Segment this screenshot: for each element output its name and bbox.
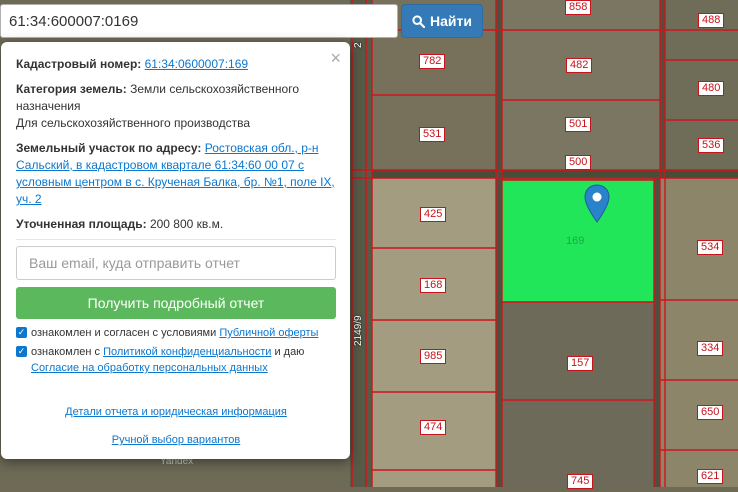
parcel-label[interactable]: 534 <box>697 240 724 255</box>
parcel-label[interactable]: 168 <box>420 278 447 293</box>
report-details-link[interactable]: Детали отчета и юридическая информация <box>65 406 287 418</box>
cadastral-label: Кадастровый номер: <box>16 57 142 71</box>
search-button[interactable]: Найти <box>401 4 483 38</box>
parcel-label[interactable]: 531 <box>419 127 446 142</box>
road-label: 2149/9 <box>353 315 364 346</box>
offer-consent-checkbox[interactable]: ✓ <box>16 327 27 338</box>
data-processing-consent-link[interactable]: Согласие на обработку персональных данны… <box>31 362 268 374</box>
parcel-label[interactable]: 474 <box>420 420 447 435</box>
cadastral-number-link[interactable]: 61:34:0600007:169 <box>145 57 248 71</box>
parcel-label[interactable]: 482 <box>566 58 593 73</box>
parcel-label[interactable]: 985 <box>420 349 447 364</box>
public-offer-link[interactable]: Публичной оферты <box>219 327 318 339</box>
area-label: Уточненная площадь: <box>16 217 147 231</box>
parcel-label[interactable]: 334 <box>697 341 724 356</box>
privacy-policy-link[interactable]: Политикой конфиденциальности <box>103 346 271 358</box>
search-icon <box>412 14 426 28</box>
location-pin-icon[interactable] <box>584 184 610 224</box>
privacy-consent-label: ознакомлен с Политикой конфиденциальност… <box>31 346 305 374</box>
usage-value: Для сельскохозяйственного производства <box>16 116 251 130</box>
parcel-label[interactable]: 480 <box>698 81 725 96</box>
manual-selection-link[interactable]: Ручной выбор вариантов <box>112 434 240 446</box>
privacy-consent-checkbox[interactable]: ✓ <box>16 346 27 357</box>
parcel-info-popup: × Кадастровый номер: 61:34:0600007:169 К… <box>1 42 350 459</box>
email-input[interactable]: Ваш email, куда отправить отчет <box>16 246 336 280</box>
parcel-label[interactable]: 157 <box>567 356 594 371</box>
parcel-label[interactable]: 501 <box>565 117 592 132</box>
divider <box>16 239 336 240</box>
get-report-button[interactable]: Получить подробный отчет <box>16 287 336 319</box>
category-label: Категория земель: <box>16 82 127 96</box>
search-input[interactable] <box>0 4 398 38</box>
road-label-top: 2 <box>353 42 364 48</box>
parcel-label[interactable]: 858 <box>565 0 592 15</box>
close-icon[interactable]: × <box>330 48 341 69</box>
parcel-label[interactable]: 650 <box>697 405 724 420</box>
search-button-label: Найти <box>430 13 472 29</box>
parcel-label[interactable]: 536 <box>698 138 725 153</box>
parcel-label[interactable]: 425 <box>420 207 447 222</box>
area-value: 200 800 кв.м. <box>149 217 224 231</box>
parcel-label[interactable]: 621 <box>697 469 724 484</box>
selected-parcel-label: 169 <box>566 235 585 247</box>
parcel-label[interactable]: 500 <box>565 155 592 170</box>
parcel-label[interactable]: 488 <box>698 13 725 28</box>
offer-consent-label: ознакомлен и согласен с условиями Публич… <box>31 327 319 339</box>
address-label: Земельный участок по адресу: <box>16 141 202 155</box>
parcel-label[interactable]: 782 <box>419 54 446 69</box>
